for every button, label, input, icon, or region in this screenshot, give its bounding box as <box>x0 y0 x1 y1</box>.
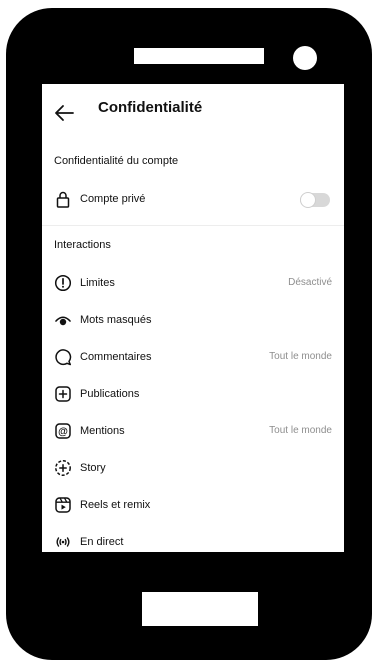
mentions-value: Tout le monde <box>269 425 332 436</box>
interaction-row-mentions[interactable]: @ Mentions Tout le monde <box>42 416 344 446</box>
interaction-row-limits[interactable]: Limites Désactivé <box>42 268 344 298</box>
hidden-words-label: Mots masqués <box>80 314 152 326</box>
page-title: Confidentialité <box>98 99 203 116</box>
interaction-row-hidden-words[interactable]: Mots masqués <box>42 305 344 335</box>
exclamation-circle-icon <box>54 274 72 292</box>
mentions-label: Mentions <box>80 425 125 437</box>
phone-camera <box>293 46 317 70</box>
comment-bubble-icon <box>55 349 72 366</box>
reels-label: Reels et remix <box>80 499 151 511</box>
private-account-row[interactable]: Compte privé <box>42 184 344 214</box>
private-account-label: Compte privé <box>80 193 146 205</box>
lock-icon <box>56 191 70 208</box>
comments-label: Commentaires <box>80 351 152 363</box>
header: Confidentialité <box>42 84 344 140</box>
svg-text:@: @ <box>58 427 68 438</box>
live-broadcast-icon <box>56 537 70 547</box>
phone-home-button[interactable] <box>142 592 258 626</box>
private-account-toggle[interactable] <box>300 192 330 208</box>
toggle-knob <box>300 192 316 208</box>
posts-label: Publications <box>80 388 140 400</box>
interaction-row-live[interactable]: En direct <box>42 527 344 552</box>
eye-slash-icon <box>55 316 71 326</box>
interaction-row-comments[interactable]: Commentaires Tout le monde <box>42 342 344 372</box>
limits-value: Désactivé <box>288 277 332 288</box>
phone-speaker <box>134 48 264 64</box>
interaction-row-posts[interactable]: Publications <box>42 379 344 409</box>
back-arrow-icon[interactable] <box>54 104 74 122</box>
story-plus-icon <box>55 460 71 476</box>
interaction-row-story[interactable]: Story <box>42 453 344 483</box>
comments-value: Tout le monde <box>269 351 332 362</box>
story-label: Story <box>80 462 106 474</box>
plus-square-icon <box>55 386 71 402</box>
live-label: En direct <box>80 536 124 548</box>
section-divider <box>42 225 344 226</box>
section-heading-interactions: Interactions <box>54 239 111 251</box>
privacy-settings-screen: Confidentialité Confidentialité du compt… <box>42 84 344 552</box>
interaction-row-reels[interactable]: Reels et remix <box>42 490 344 520</box>
at-sign-icon: @ <box>55 423 71 439</box>
reels-icon <box>55 497 71 513</box>
limits-label: Limites <box>80 277 115 289</box>
section-heading-account-privacy: Confidentialité du compte <box>54 155 179 167</box>
